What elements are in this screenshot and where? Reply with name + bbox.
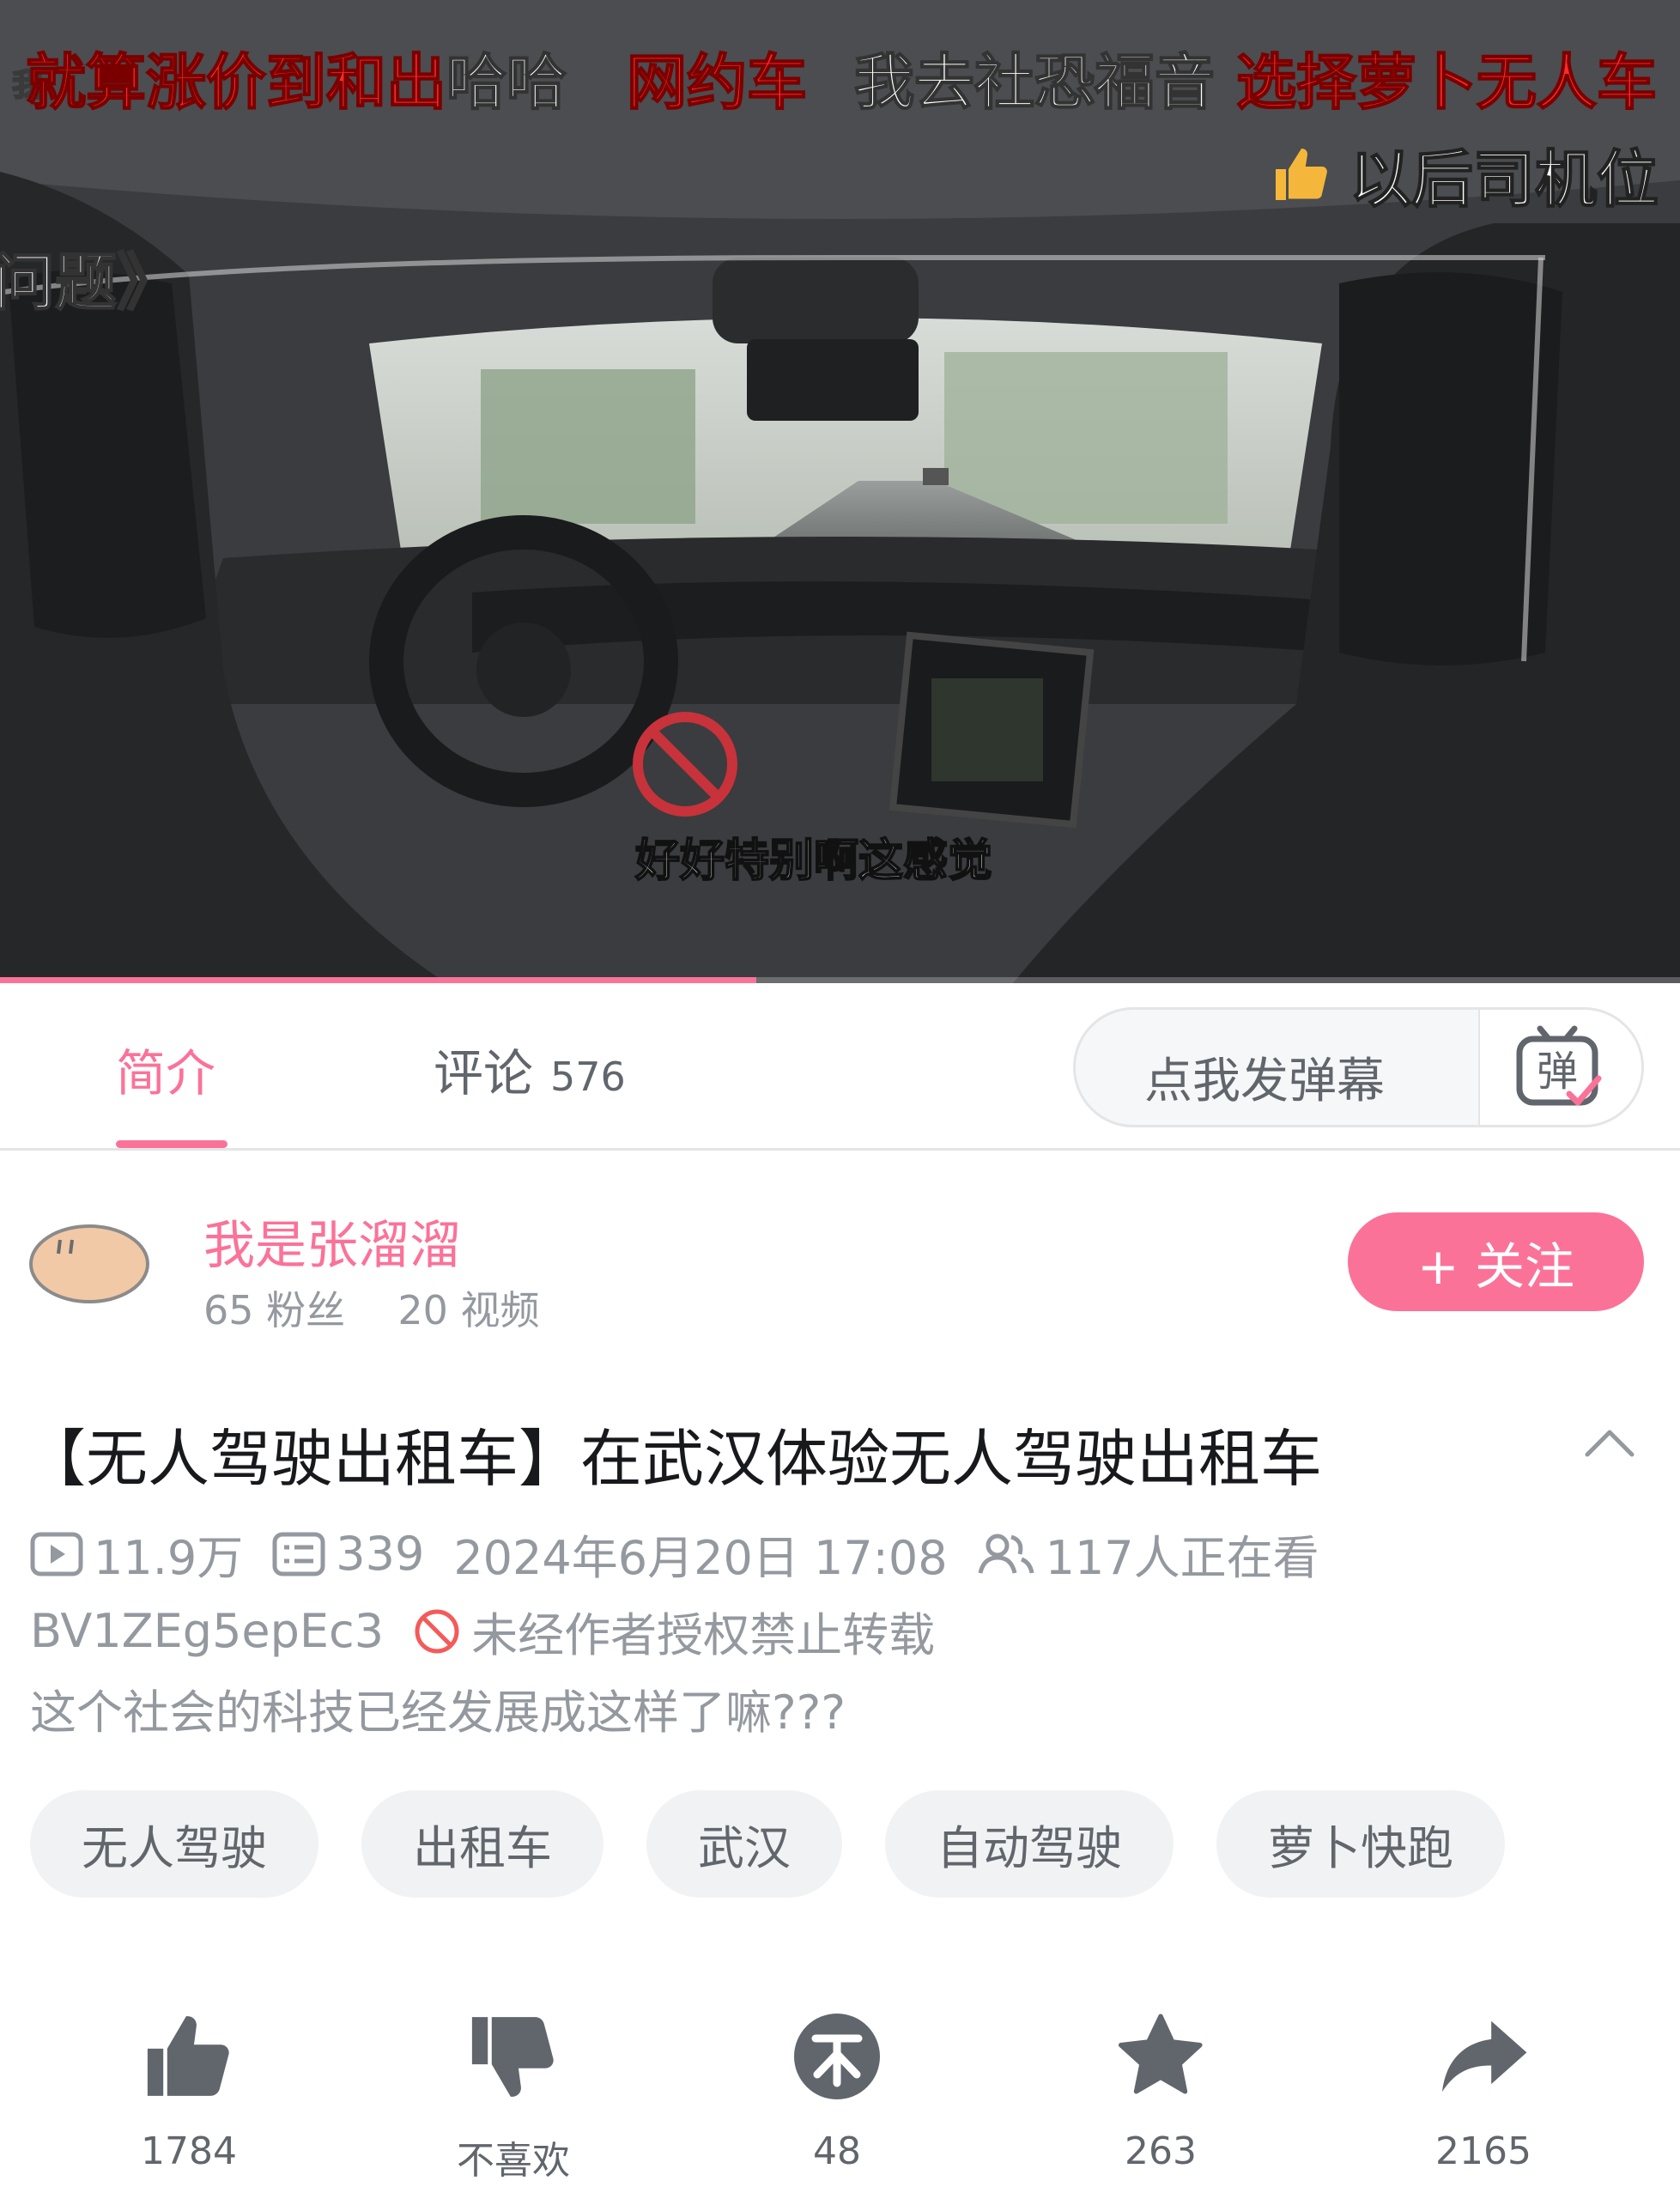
dislike-button[interactable]: 不喜欢 [410, 2009, 616, 2184]
thumbs-up-icon [147, 2016, 229, 2096]
comment-count: 576 [550, 1054, 626, 1100]
thumbs-down-icon [471, 2017, 554, 2097]
like-count: 1784 [141, 2129, 237, 2173]
danmaku-text: 问题》 [0, 246, 179, 319]
danmaku-text: 网约车 [626, 46, 808, 118]
share-count: 2165 [1435, 2129, 1531, 2173]
publish-date: 2024年6月20日 17:08 [453, 1531, 948, 1585]
play-count-icon [30, 1532, 83, 1576]
tag-item[interactable]: 出租车 [361, 1790, 603, 1898]
watching-count: 117人正在看 [1045, 1531, 1319, 1585]
favorite-count: 263 [1125, 2129, 1197, 2173]
watching-people-icon [978, 1534, 1034, 1574]
danmaku-text: 就算涨价到和出 [25, 46, 447, 118]
share-icon [1441, 2020, 1527, 2093]
tab-comments-label: 评论 [434, 1044, 534, 1103]
danmaku-toggle-button[interactable]: 弹 [1478, 1010, 1641, 1125]
reprint-notice: 未经作者授权禁止转载 [471, 1608, 936, 1662]
view-count: 11.9万 [94, 1531, 244, 1585]
tab-intro[interactable]: 简介 [116, 1033, 215, 1105]
progress-fill [0, 977, 756, 983]
chevron-up-icon[interactable] [1584, 1425, 1635, 1460]
video-description: 这个社会的科技已经发展成这样了嘛??? [30, 1686, 846, 1740]
video-title: 【无人驾驶出租车】在武汉体验无人驾驶出租车 [24, 1423, 1323, 1495]
tab-active-indicator [116, 1140, 227, 1148]
fans-count: 65 粉丝 [203, 1287, 346, 1333]
danmaku-text: 选择萝卜无人车 [1235, 46, 1658, 118]
danmaku-text: 哈哈 [446, 46, 567, 118]
video-count: 20 视频 [397, 1287, 540, 1333]
progress-bar[interactable] [0, 977, 1680, 983]
danmaku-count-icon [272, 1532, 325, 1576]
uploader-avatar[interactable] [27, 1219, 152, 1305]
tag-item[interactable]: 自动驾驶 [885, 1790, 1174, 1898]
bvid[interactable]: BV1ZEg5epEc3 [30, 1604, 384, 1658]
share-button[interactable]: 2165 [1380, 2009, 1586, 2173]
tag-item[interactable]: 无人驾驶 [30, 1790, 318, 1898]
coin-button[interactable]: 48 [734, 2009, 940, 2173]
follow-button[interactable]: + 关注 [1348, 1212, 1644, 1311]
tag-item[interactable]: 萝卜快跑 [1216, 1790, 1505, 1898]
danmaku-input[interactable]: 点我发弹幕 弹 [1073, 1007, 1644, 1127]
danmaku-text: 以后司机位 [1349, 143, 1659, 216]
star-icon [1118, 2014, 1203, 2094]
danmaku-icon-glyph: 弹 [1537, 1048, 1578, 1096]
video-player[interactable]: 我 就算涨价到和出 哈哈 网约车 我去社恐福音 选择萝卜无人车 以后司机位 问题… [0, 0, 1680, 983]
uploader-name[interactable]: 我是张溜溜 [203, 1204, 461, 1279]
like-button[interactable]: 1784 [86, 2009, 292, 2173]
uploader-stats: 65 粉丝 20 视频 [203, 1279, 540, 1336]
tag-list: 无人驾驶 出租车 武汉 自动驾驶 萝卜快跑 [30, 1790, 1505, 1898]
tab-bar: 简介 评论 576 点我发弹幕 弹 [0, 983, 1680, 1151]
coin-count: 48 [813, 2129, 861, 2173]
tab-comments[interactable]: 评论 576 [434, 1033, 626, 1105]
video-id-row: BV1ZEg5epEc3 未经作者授权禁止转载 [30, 1597, 935, 1665]
danmaku-icon: 弹 [1516, 1025, 1602, 1106]
video-stats-row: 11.9万 339 2024年6月20日 17:08 117人正在看 [30, 1520, 1319, 1588]
video-subtitle: 好好特别啊这感觉 [634, 835, 993, 888]
tag-item[interactable]: 武汉 [646, 1790, 842, 1898]
danmaku-text: 我去社恐福音 [853, 46, 1216, 118]
dislike-label: 不喜欢 [457, 2139, 570, 2183]
favorite-button[interactable]: 263 [1058, 2009, 1264, 2173]
danmaku-input-placeholder: 点我发弹幕 [1144, 1054, 1385, 1109]
coin-icon [794, 2014, 880, 2099]
action-bar: 1784 不喜欢 48 263 2165 [0, 2009, 1680, 2184]
danmaku-like-message: 以后司机位 [1269, 129, 1659, 219]
thumbs-up-icon [1276, 148, 1327, 200]
no-reprint-icon [415, 1609, 459, 1653]
danmaku-count: 339 [336, 1527, 425, 1581]
